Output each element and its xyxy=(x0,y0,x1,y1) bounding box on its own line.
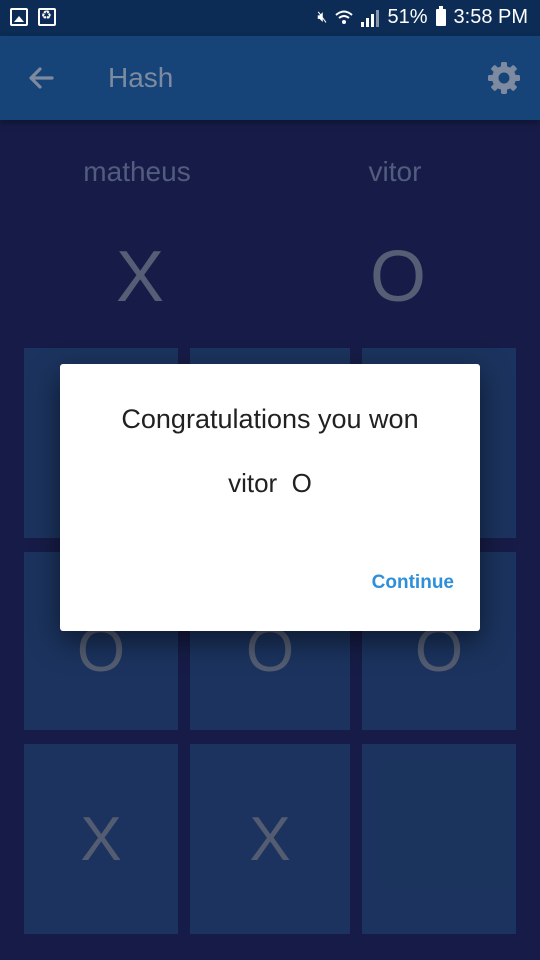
signal-icon xyxy=(361,9,380,27)
image-icon xyxy=(10,8,28,26)
gear-icon[interactable] xyxy=(486,60,522,96)
app-bar: Hash xyxy=(0,36,540,120)
package-icon xyxy=(38,8,56,26)
status-bar: 🔇︎ 51% 3:58 PM xyxy=(0,0,540,36)
dialog-message: vitor O xyxy=(228,468,312,498)
clock: 3:58 PM xyxy=(453,6,528,28)
battery-icon xyxy=(435,6,446,26)
arrow-back-icon[interactable] xyxy=(22,58,62,98)
continue-button[interactable]: Continue xyxy=(372,572,454,594)
wifi-icon xyxy=(335,10,354,24)
page-title: Hash xyxy=(108,62,174,93)
battery-percent: 51% xyxy=(387,6,428,28)
dialog-title: Congratulations you won xyxy=(121,404,419,434)
win-dialog: Congratulations you won vitor O Continue xyxy=(60,364,480,631)
mute-icon: 🔇︎ xyxy=(317,8,328,26)
